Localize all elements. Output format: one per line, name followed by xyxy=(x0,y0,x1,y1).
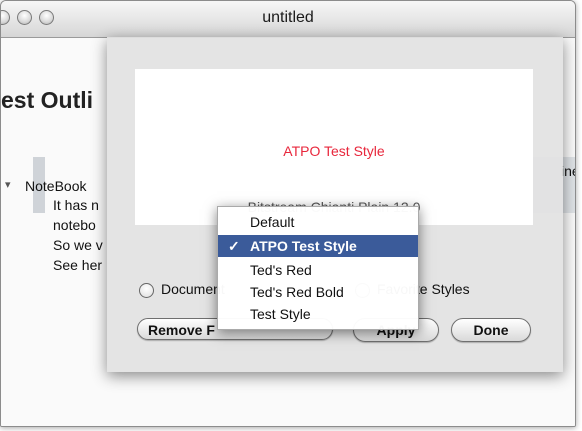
menu-item-test-style[interactable]: Test Style xyxy=(218,303,418,325)
window-title: untitled xyxy=(262,9,314,26)
style-name-preview: ATPO Test Style xyxy=(283,143,385,159)
style-popup-menu: Default ✓ ATPO Test Style Ted's Red Ted'… xyxy=(217,206,419,330)
menu-item-default[interactable]: Default xyxy=(218,211,418,233)
outline-row-right: ine xyxy=(561,163,575,179)
document-radio-label: Document xyxy=(161,281,225,297)
checkmark-icon: ✓ xyxy=(228,238,240,254)
disclosure-triangle-icon[interactable]: ▾ xyxy=(5,178,11,191)
outline-row[interactable]: See her xyxy=(53,257,102,273)
main-window: untitled est Outli ▾ NoteBook It has n n… xyxy=(0,0,576,427)
document-heading: est Outli xyxy=(1,87,94,113)
menu-item-atpo-test-style[interactable]: ✓ ATPO Test Style xyxy=(218,235,418,257)
style-preview: ATPO Test Style Bitstream Chianti Plain … xyxy=(135,69,533,225)
done-button[interactable]: Done xyxy=(451,318,531,342)
outline-row[interactable]: So we v xyxy=(53,237,103,253)
menu-item-teds-red[interactable]: Ted's Red xyxy=(218,259,418,281)
menu-item-teds-red-bold[interactable]: Ted's Red Bold xyxy=(218,281,418,303)
outline-row[interactable]: NoteBook xyxy=(25,178,86,194)
outline-row[interactable]: notebo xyxy=(53,217,96,233)
title-bar: untitled xyxy=(1,1,575,38)
outline-row[interactable]: It has n xyxy=(53,197,99,213)
menu-item-label: ATPO Test Style xyxy=(250,238,357,254)
document-radio[interactable] xyxy=(139,283,154,298)
